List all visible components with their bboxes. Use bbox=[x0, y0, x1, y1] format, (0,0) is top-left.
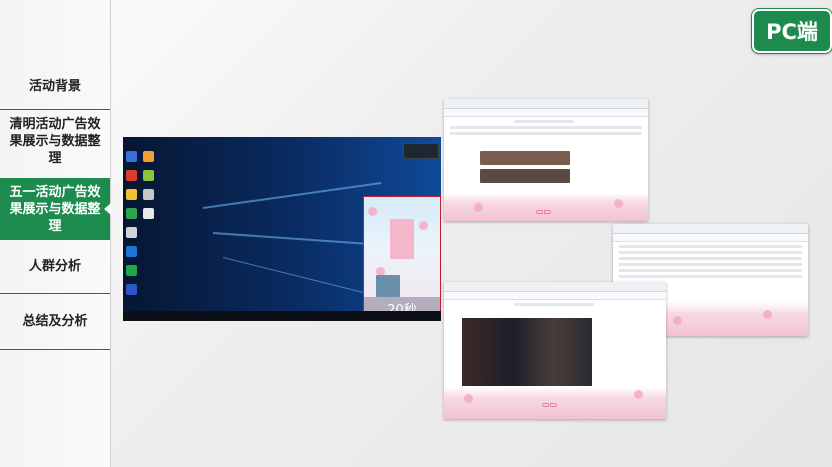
browser-toolbar bbox=[444, 282, 666, 292]
petal bbox=[419, 221, 428, 230]
ad-artwork bbox=[390, 219, 414, 259]
sidebar-nav: 活动背景 清明活动广告效果展示与数据整理 五一活动广告效果展示与数据整理 人群分… bbox=[0, 0, 111, 467]
content-row bbox=[619, 263, 802, 266]
petal bbox=[673, 316, 682, 325]
petal bbox=[368, 207, 377, 216]
desktop-app-icon[interactable] bbox=[126, 284, 137, 295]
desktop-app-icon[interactable] bbox=[126, 265, 137, 276]
desktop-app-icon[interactable] bbox=[143, 208, 154, 219]
sidebar-item-summary[interactable]: 总结及分析 bbox=[0, 297, 110, 345]
content-row bbox=[450, 126, 642, 129]
desktop-icons bbox=[143, 151, 157, 227]
desktop-app-icon[interactable] bbox=[126, 208, 137, 219]
desktop-app-icon[interactable] bbox=[143, 189, 154, 200]
search-box[interactable] bbox=[514, 120, 574, 123]
light-beam bbox=[222, 257, 369, 295]
content-row bbox=[619, 269, 802, 272]
sidebar-item-label: 五一活动广告效果展示与数据整理 bbox=[9, 184, 101, 234]
desktop-app-icon[interactable] bbox=[143, 170, 154, 181]
light-beam bbox=[202, 181, 382, 209]
desktop-app-icon[interactable] bbox=[126, 227, 137, 238]
browser-screenshot-3: ▭▭ bbox=[444, 282, 666, 419]
browser-screenshot-1: ▭▭ bbox=[444, 99, 648, 221]
search-box[interactable] bbox=[514, 303, 594, 306]
taskbar bbox=[123, 311, 441, 321]
petal bbox=[464, 394, 473, 403]
sidebar-item-label: 清明活动广告效果展示与数据整理 bbox=[9, 116, 101, 166]
desktop-app-icon[interactable] bbox=[143, 151, 154, 162]
browser-url-bar[interactable] bbox=[444, 109, 648, 117]
celebrity-photos bbox=[480, 169, 570, 183]
sidebar-item-label: 总结及分析 bbox=[22, 313, 88, 329]
divider bbox=[0, 349, 110, 350]
light-beam bbox=[212, 232, 383, 246]
ad-popup[interactable]: 20秒 bbox=[363, 196, 441, 320]
divider bbox=[0, 293, 110, 294]
content-row bbox=[619, 251, 802, 254]
sidebar-item-label: 活动背景 bbox=[28, 78, 81, 94]
banner-logo: ▭▭ bbox=[536, 207, 552, 216]
notification-toast bbox=[403, 143, 439, 159]
browser-toolbar bbox=[444, 99, 648, 109]
sidebar-item-label: 人群分析 bbox=[28, 258, 81, 274]
desktop-screenshot: 20秒 bbox=[123, 137, 441, 321]
content-row bbox=[619, 245, 802, 248]
petal bbox=[634, 390, 643, 399]
divider bbox=[0, 109, 110, 110]
desktop-app-icon[interactable] bbox=[126, 170, 137, 181]
banner-logo: ▭▭ bbox=[542, 400, 558, 409]
browser-toolbar bbox=[613, 224, 808, 234]
ad-figure bbox=[376, 275, 400, 297]
desktop-app-icon[interactable] bbox=[126, 246, 137, 257]
movie-posters bbox=[462, 318, 592, 386]
petal bbox=[614, 199, 623, 208]
petal bbox=[474, 203, 483, 212]
content-row bbox=[619, 257, 802, 260]
petal bbox=[763, 310, 772, 319]
celebrity-photos bbox=[480, 151, 570, 165]
desktop-app-icon[interactable] bbox=[126, 151, 137, 162]
content-row bbox=[619, 275, 802, 278]
pc-badge: PC端 bbox=[752, 9, 832, 53]
sidebar-item-background[interactable]: 活动背景 bbox=[0, 66, 110, 106]
desktop-icons bbox=[126, 151, 140, 303]
browser-url-bar[interactable] bbox=[444, 292, 666, 300]
sidebar-item-qingming[interactable]: 清明活动广告效果展示与数据整理 bbox=[0, 112, 110, 170]
browser-url-bar[interactable] bbox=[613, 234, 808, 242]
sidebar-item-audience[interactable]: 人群分析 bbox=[0, 243, 110, 289]
pc-badge-label: PC端 bbox=[766, 20, 818, 44]
content-row bbox=[450, 132, 642, 135]
sidebar-item-wuyi[interactable]: 五一活动广告效果展示与数据整理 bbox=[0, 178, 111, 240]
desktop-app-icon[interactable] bbox=[126, 189, 137, 200]
